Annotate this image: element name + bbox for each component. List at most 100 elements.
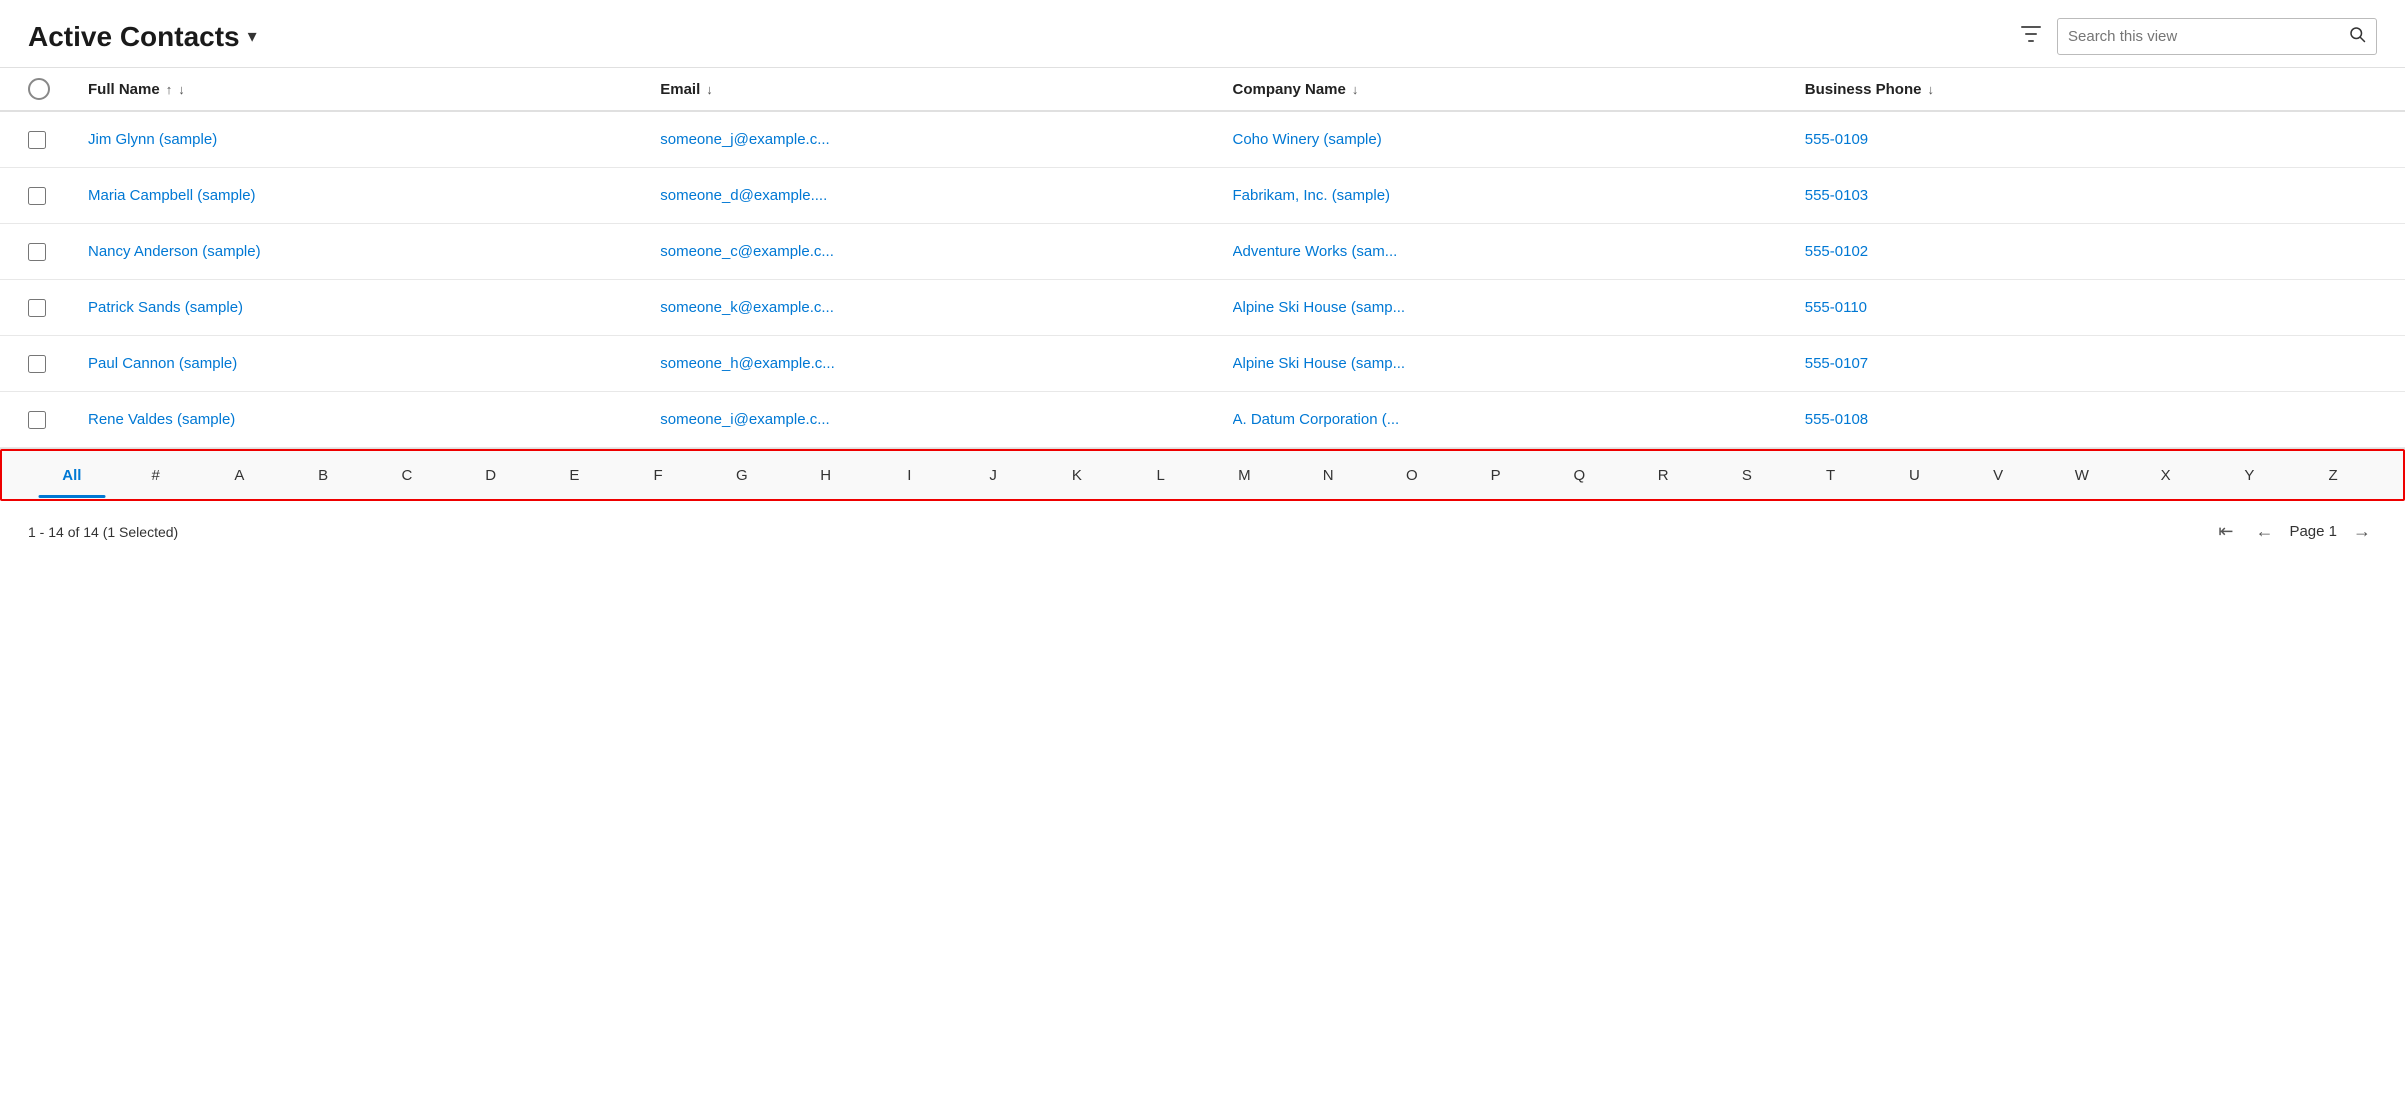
alpha-nav-item-t[interactable]: T	[1789, 453, 1873, 498]
alpha-nav-item-p[interactable]: P	[1454, 453, 1538, 498]
row-checkbox-cell	[28, 411, 88, 429]
alpha-nav-item-n[interactable]: N	[1286, 453, 1370, 498]
alpha-nav-item-a[interactable]: A	[198, 453, 282, 498]
company-sort-icon[interactable]: ↓	[1352, 82, 1359, 97]
alpha-nav-item-r[interactable]: R	[1621, 453, 1705, 498]
col-label-company: Company Name	[1233, 81, 1346, 98]
row-checkbox-cell	[28, 299, 88, 317]
cell-phone[interactable]: 555-0102	[1805, 243, 2377, 260]
row-checkbox[interactable]	[28, 355, 46, 373]
cell-phone[interactable]: 555-0107	[1805, 355, 2377, 372]
title-dropdown-icon[interactable]: ▾	[248, 26, 257, 47]
alpha-nav-item-e[interactable]: E	[533, 453, 617, 498]
cell-fullname[interactable]: Jim Glynn (sample)	[88, 131, 660, 148]
col-header-email: Email ↓	[660, 78, 1232, 100]
alpha-nav-item-y[interactable]: Y	[2208, 453, 2292, 498]
sort-desc-icon[interactable]: ↓	[178, 82, 185, 97]
row-checkbox-cell	[28, 243, 88, 261]
row-checkbox[interactable]	[28, 299, 46, 317]
cell-phone[interactable]: 555-0103	[1805, 187, 2377, 204]
alpha-nav-item-j[interactable]: J	[951, 453, 1035, 498]
email-sort-icon[interactable]: ↓	[706, 82, 713, 97]
alpha-nav-item-s[interactable]: S	[1705, 453, 1789, 498]
col-label-phone: Business Phone	[1805, 81, 1922, 98]
sort-asc-icon[interactable]: ↑	[166, 82, 173, 97]
table-row: Patrick Sands (sample) someone_k@example…	[0, 280, 2405, 336]
table-row: Jim Glynn (sample) someone_j@example.c..…	[0, 112, 2405, 168]
alpha-nav-item-z[interactable]: Z	[2291, 453, 2375, 498]
alpha-nav-item-b[interactable]: B	[281, 453, 365, 498]
search-input[interactable]	[2068, 28, 2344, 45]
alpha-nav-item-v[interactable]: V	[1956, 453, 2040, 498]
header-right	[2019, 18, 2377, 55]
cell-fullname[interactable]: Rene Valdes (sample)	[88, 411, 660, 428]
alpha-nav-item-c[interactable]: C	[365, 453, 449, 498]
cell-fullname[interactable]: Maria Campbell (sample)	[88, 187, 660, 204]
row-checkbox[interactable]	[28, 411, 46, 429]
col-label-fullname: Full Name	[88, 81, 160, 98]
table-row: Nancy Anderson (sample) someone_c@exampl…	[0, 224, 2405, 280]
alpha-nav-item-#[interactable]: #	[114, 453, 198, 498]
row-checkbox-cell	[28, 355, 88, 373]
page-footer: 1 - 14 of 14 (1 Selected) ⇤ ← Page 1 →	[0, 501, 2405, 562]
record-count: 1 - 14 of 14 (1 Selected)	[28, 524, 178, 540]
alpha-nav-item-m[interactable]: M	[1203, 453, 1287, 498]
cell-company[interactable]: A. Datum Corporation (...	[1233, 411, 1805, 428]
alpha-nav-item-d[interactable]: D	[449, 453, 533, 498]
alpha-nav-item-x[interactable]: X	[2124, 453, 2208, 498]
table-header: Full Name ↑ ↓ Email ↓ Company Name ↓ Bus…	[0, 68, 2405, 112]
alpha-nav-item-k[interactable]: K	[1035, 453, 1119, 498]
cell-phone[interactable]: 555-0108	[1805, 411, 2377, 428]
prev-page-button[interactable]: ←	[2249, 517, 2279, 546]
row-checkbox[interactable]	[28, 131, 46, 149]
table-body: Jim Glynn (sample) someone_j@example.c..…	[0, 112, 2405, 449]
header-left: Active Contacts ▾	[28, 21, 257, 53]
cell-fullname[interactable]: Nancy Anderson (sample)	[88, 243, 660, 260]
col-header-company: Company Name ↓	[1233, 78, 1805, 100]
alpha-nav-item-q[interactable]: Q	[1538, 453, 1622, 498]
cell-email[interactable]: someone_k@example.c...	[660, 299, 1232, 316]
alpha-nav-item-i[interactable]: I	[868, 453, 952, 498]
row-checkbox[interactable]	[28, 187, 46, 205]
table-row: Maria Campbell (sample) someone_d@exampl…	[0, 168, 2405, 224]
page-header: Active Contacts ▾	[0, 0, 2405, 68]
alpha-nav-item-all[interactable]: All	[30, 453, 114, 498]
first-page-button[interactable]: ⇤	[2212, 517, 2239, 546]
page-title: Active Contacts	[28, 21, 240, 53]
search-icon[interactable]	[2348, 25, 2366, 48]
cell-fullname[interactable]: Paul Cannon (sample)	[88, 355, 660, 372]
col-header-phone: Business Phone ↓	[1805, 78, 2377, 100]
phone-sort-icon[interactable]: ↓	[1927, 82, 1934, 97]
alpha-nav-item-f[interactable]: F	[616, 453, 700, 498]
row-checkbox-cell	[28, 131, 88, 149]
alpha-nav: All#ABCDEFGHIJKLMNOPQRSTUVWXYZ	[0, 449, 2405, 501]
cell-company[interactable]: Alpine Ski House (samp...	[1233, 355, 1805, 372]
alpha-nav-item-l[interactable]: L	[1119, 453, 1203, 498]
cell-email[interactable]: someone_j@example.c...	[660, 131, 1232, 148]
cell-phone[interactable]: 555-0110	[1805, 299, 2377, 316]
cell-company[interactable]: Fabrikam, Inc. (sample)	[1233, 187, 1805, 204]
filter-icon[interactable]	[2019, 22, 2043, 52]
alpha-nav-item-g[interactable]: G	[700, 453, 784, 498]
cell-fullname[interactable]: Patrick Sands (sample)	[88, 299, 660, 316]
cell-company[interactable]: Alpine Ski House (samp...	[1233, 299, 1805, 316]
row-checkbox[interactable]	[28, 243, 46, 261]
page-label: Page 1	[2289, 523, 2337, 540]
cell-email[interactable]: someone_i@example.c...	[660, 411, 1232, 428]
search-box	[2057, 18, 2377, 55]
row-checkbox-cell	[28, 187, 88, 205]
alpha-nav-item-w[interactable]: W	[2040, 453, 2124, 498]
cell-phone[interactable]: 555-0109	[1805, 131, 2377, 148]
cell-email[interactable]: someone_c@example.c...	[660, 243, 1232, 260]
select-all-checkbox[interactable]	[28, 78, 50, 100]
next-page-button[interactable]: →	[2347, 517, 2377, 546]
cell-company[interactable]: Coho Winery (sample)	[1233, 131, 1805, 148]
cell-company[interactable]: Adventure Works (sam...	[1233, 243, 1805, 260]
alpha-nav-item-u[interactable]: U	[1873, 453, 1957, 498]
table-row: Paul Cannon (sample) someone_h@example.c…	[0, 336, 2405, 392]
alpha-nav-item-o[interactable]: O	[1370, 453, 1454, 498]
col-label-email: Email	[660, 81, 700, 98]
alpha-nav-item-h[interactable]: H	[784, 453, 868, 498]
cell-email[interactable]: someone_d@example....	[660, 187, 1232, 204]
cell-email[interactable]: someone_h@example.c...	[660, 355, 1232, 372]
